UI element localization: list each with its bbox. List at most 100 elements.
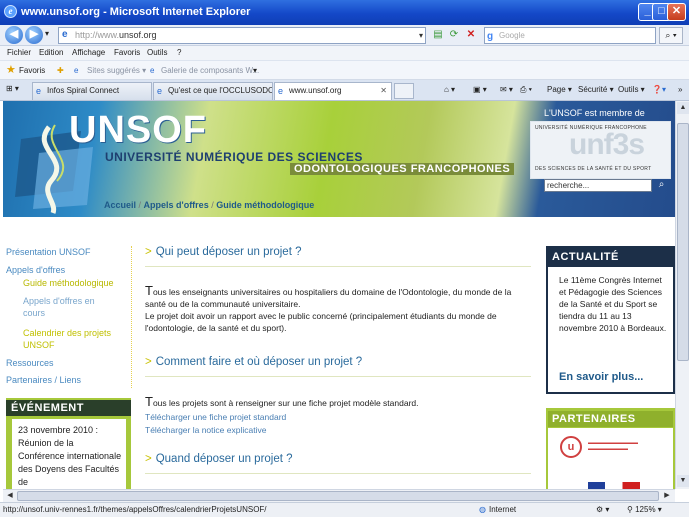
refresh-icon[interactable]: ⟳ [447, 28, 461, 42]
scroll-down-icon[interactable]: ▼ [677, 475, 689, 487]
favorites-star-icon[interactable]: ★ [6, 61, 16, 80]
suggested-sites-link[interactable]: Sites suggérés ▾ [87, 61, 146, 80]
address-dropdown-icon[interactable]: ▾ [419, 28, 423, 43]
event-title: ÉVÉNEMENT [6, 400, 131, 416]
menu-fichier[interactable]: Fichier [7, 46, 31, 59]
mail-icon[interactable]: ✉ ▾ [500, 80, 513, 100]
feeds-icon[interactable]: ▣ ▾ [473, 80, 487, 100]
breadcrumb: Accueil / Appels d'offres / Guide méthod… [104, 200, 314, 210]
flag-icon[interactable] [588, 482, 640, 489]
back-button[interactable]: ◀ [5, 26, 23, 44]
section-title-text: Quand déposer un projet ? [155, 453, 293, 465]
paragraph-text: ous les projets sont à renseigner sur un… [152, 398, 419, 408]
nav-calendrier[interactable]: Calendrier des projets UNSOF [23, 327, 128, 351]
search-button[interactable]: ⌕ ▾ [659, 27, 683, 44]
menu-favoris[interactable]: Favoris [114, 46, 140, 59]
home-icon[interactable]: ⌂ ▾ [444, 80, 455, 100]
zoom-value: 125% [635, 505, 656, 514]
nav-appels[interactable]: Appels d'offres [6, 265, 65, 275]
close-button[interactable]: ✕ [667, 3, 686, 21]
tab-occlusodontie[interactable]: e Qu'est ce que l'OCCLUSODO... [153, 82, 273, 100]
security-zone[interactable]: ◍ Internet [479, 503, 516, 517]
protected-mode-icon[interactable]: ⚙ ▾ [596, 503, 609, 517]
dropcap: T [145, 283, 153, 298]
new-tab-button[interactable] [394, 83, 414, 99]
stop-icon[interactable]: ✕ [464, 28, 478, 42]
scroll-thumb[interactable] [17, 491, 659, 501]
page-menu[interactable]: Page ▾ [547, 80, 572, 100]
news-text: Le 11ème Congrès Internet et Pédagogie d… [559, 275, 667, 333]
window-title: www.unsof.org - Microsoft Internet Explo… [21, 6, 251, 18]
site-search: ⌕ [544, 179, 668, 193]
history-dropdown-icon[interactable]: ▾ [45, 29, 49, 38]
close-tab-icon[interactable]: ✕ [380, 83, 387, 99]
member-line-2: DES SCIENCES DE LA SANTÉ ET DU SPORT [535, 166, 652, 172]
menu-affichage[interactable]: Affichage [72, 46, 105, 59]
download-fiche-link[interactable]: Télécharger une fiche projet standard [145, 411, 286, 423]
gallery-link[interactable]: Galerie de composants W... [161, 61, 259, 80]
chevron-right-icon: > [145, 453, 152, 465]
nav-appels-cours[interactable]: Appels d'offres en cours [23, 295, 118, 319]
google-icon: g [487, 31, 494, 42]
nav-partenaires[interactable]: Partenaires / Liens [6, 375, 81, 385]
section-title-comment: > Comment faire et où déposer un projet ? [145, 356, 362, 368]
quick-tabs-icon[interactable]: ⊞ ▾ [6, 84, 19, 93]
tab-label: www.unsof.org [289, 86, 342, 95]
scroll-up-icon[interactable]: ▲ [677, 102, 689, 114]
nav-guide[interactable]: Guide méthodologique [23, 278, 114, 288]
vertical-scrollbar[interactable]: ▲ ▼ [675, 101, 689, 489]
tab-infos-spiral[interactable]: e Infos Spiral Connect [32, 82, 152, 100]
scroll-thumb[interactable] [677, 123, 689, 361]
chevron-right-icon: > [145, 356, 152, 368]
gallery-dropdown-icon[interactable]: ▾ [253, 61, 257, 80]
browser-window: e www.unsof.org - Microsoft Internet Exp… [0, 0, 689, 517]
ie-page-icon: e [150, 66, 155, 75]
news-title: ACTUALITÉ [552, 251, 619, 263]
tab-label: Infos Spiral Connect [47, 86, 120, 95]
section-rule [145, 266, 531, 267]
horizontal-scrollbar[interactable]: ◀ ▶ [3, 489, 675, 502]
section-title-text: Comment faire et où déposer un projet ? [155, 356, 363, 368]
partner-logo-icon[interactable]: u [560, 436, 582, 458]
read-more-link[interactable]: En savoir plus... [559, 371, 643, 383]
section-title-text: Qui peut déposer un projet ? [155, 246, 302, 258]
event-text[interactable]: 23 novembre 2010 : Réunion de la Confére… [12, 419, 126, 489]
unf3s-logo[interactable]: UNIVERSITÉ NUMÉRIQUE FRANCOPHONE unf3s D… [530, 121, 671, 179]
print-icon[interactable]: ⎙ ▾ [520, 80, 532, 100]
compatibility-icon[interactable]: ▤ [431, 28, 445, 42]
breadcrumb-guide[interactable]: Guide méthodologique [216, 200, 314, 210]
forward-button[interactable]: ▶ [25, 26, 43, 44]
help-icon[interactable]: ❓▾ [652, 80, 666, 100]
section-rule [145, 376, 531, 377]
search-input[interactable]: g Google [484, 27, 656, 44]
site-search-input[interactable] [544, 179, 652, 192]
add-favorite-icon[interactable]: ✚ [57, 61, 64, 80]
breadcrumb-appels[interactable]: Appels d'offres [144, 200, 209, 210]
title-bar: e www.unsof.org - Microsoft Internet Exp… [0, 0, 689, 25]
search-icon[interactable]: ⌕ [655, 179, 668, 192]
favorites-button[interactable]: Favoris [19, 61, 45, 80]
scroll-left-icon[interactable]: ◀ [4, 490, 16, 502]
scroll-right-icon[interactable]: ▶ [661, 490, 673, 502]
breadcrumb-accueil[interactable]: Accueil [104, 200, 136, 210]
nav-ressources[interactable]: Ressources [6, 358, 54, 368]
chevron-right-icon[interactable]: » [678, 80, 682, 100]
site-banner: UNSOF UNIVERSITÉ NUMÉRIQUE DES SCIENCES … [3, 101, 675, 217]
zoom-level[interactable]: ⚲ 125% ▾ [627, 503, 662, 517]
menu-edition[interactable]: Edition [39, 46, 63, 59]
tools-menu[interactable]: Outils ▾ [618, 80, 645, 100]
tab-page-icon: e [157, 86, 163, 96]
site-logo[interactable]: UNSOF [69, 109, 207, 152]
menu-help[interactable]: ? [177, 46, 181, 59]
download-notice-link[interactable]: Télécharger la notice explicative [145, 424, 266, 436]
partners-body: u ▬▬▬▬▬▬▬▬▬▬ ▬▬▬▬▬▬▬▬ [548, 428, 673, 489]
menu-outils[interactable]: Outils [147, 46, 167, 59]
chevron-right-icon: > [145, 246, 152, 258]
nav-presentation[interactable]: Présentation UNSOF [6, 247, 91, 257]
favorites-bar: ★ Favoris ✚ e Sites suggérés ▾ e Galerie… [0, 60, 689, 80]
address-bar[interactable]: e http://www.unsof.org ▾ [58, 27, 426, 44]
tab-unsof[interactable]: e www.unsof.org ✕ [274, 82, 392, 100]
section-title-qui: > Qui peut déposer un projet ? [145, 246, 302, 258]
partner-logo-text-icon: ▬▬▬▬▬▬▬▬▬▬ ▬▬▬▬▬▬▬▬ [588, 440, 638, 452]
security-menu[interactable]: Sécurité ▾ [578, 80, 614, 100]
